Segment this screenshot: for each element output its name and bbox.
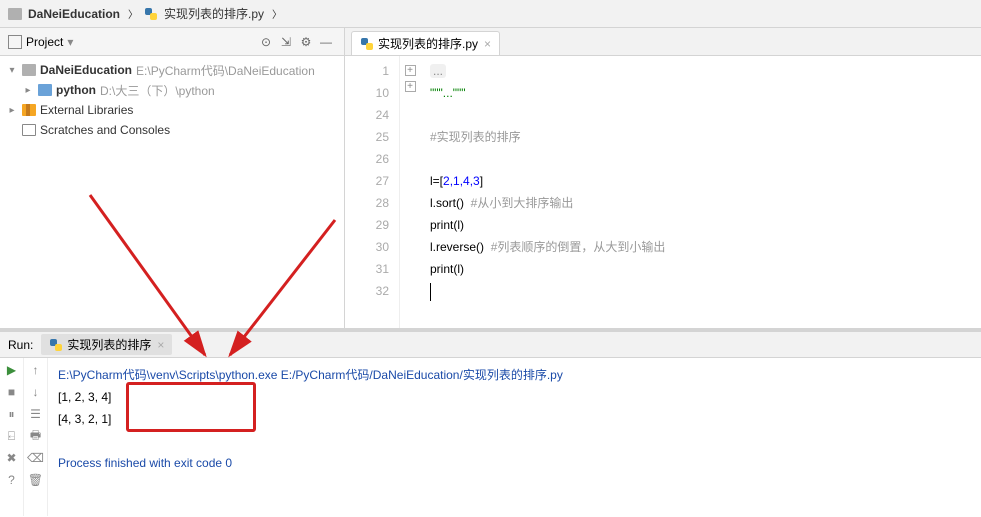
python-icon xyxy=(144,7,158,21)
chevron-right-icon: 〉 xyxy=(126,6,140,21)
close-icon[interactable]: × xyxy=(157,338,164,352)
chevron-down-icon[interactable]: ▾ xyxy=(6,65,18,76)
project-tool-window: Project ▾ ⊙ ⇲ ⚙ — ▾ DaNeiEducation E:\Py… xyxy=(0,28,345,328)
chevron-right-icon: 〉 xyxy=(270,6,284,21)
console-line: Process finished with exit code 0 xyxy=(58,452,971,474)
run-panel: Run: 实现列表的排序 × ▶ ■ ⏸ ⍇ ✖ ? ↑ ↓ ☰ 🖶 ⌫ 🗑 E… xyxy=(0,328,981,516)
fold-icon[interactable]: + xyxy=(405,81,416,92)
collapse-icon[interactable]: ⇲ xyxy=(276,32,296,52)
run-toolbar-left: ▶ ■ ⏸ ⍇ ✖ ? xyxy=(0,358,24,516)
annotation-highlight xyxy=(126,382,256,432)
wrap-icon[interactable]: ☰ xyxy=(28,406,44,422)
trash-icon[interactable]: 🗑 xyxy=(28,472,44,488)
project-title[interactable]: Project xyxy=(26,35,63,49)
breadcrumb-project[interactable]: DaNeiEducation xyxy=(26,7,122,21)
folder-icon xyxy=(22,64,36,76)
pause-icon[interactable]: ⏸ xyxy=(4,406,20,422)
folder-icon xyxy=(8,8,22,20)
up-icon[interactable]: ↑ xyxy=(28,362,44,378)
tab-title: 实现列表的排序.py xyxy=(378,35,478,52)
library-icon xyxy=(22,104,36,116)
editor-tabs: 实现列表的排序.py × xyxy=(345,28,981,56)
chevron-right-icon[interactable]: ▸ xyxy=(22,85,34,96)
run-toolbar-right: ↑ ↓ ☰ 🖶 ⌫ 🗑 xyxy=(24,358,48,516)
editor-tab-active[interactable]: 实现列表的排序.py × xyxy=(351,31,500,55)
hide-icon[interactable]: — xyxy=(316,32,336,52)
breadcrumb: DaNeiEducation 〉 实现列表的排序.py 〉 xyxy=(0,0,981,28)
close-icon[interactable]: × xyxy=(484,37,491,51)
code-editor[interactable]: 11024 252627 282930 3132 + + ... """..."… xyxy=(345,56,981,328)
project-icon xyxy=(8,35,22,49)
pin-icon[interactable]: ✖ xyxy=(4,450,20,466)
tree-scratches[interactable]: Scratches and Consoles xyxy=(0,120,344,140)
dropdown-icon[interactable]: ▾ xyxy=(67,35,73,49)
print-icon[interactable]: 🖶 xyxy=(28,428,44,444)
exit-icon[interactable]: ⍇ xyxy=(4,428,20,444)
tree-root[interactable]: ▾ DaNeiEducation E:\PyCharm代码\DaNeiEduca… xyxy=(0,60,344,80)
down-icon[interactable]: ↓ xyxy=(28,384,44,400)
line-gutter: 11024 252627 282930 3132 xyxy=(345,56,400,328)
text-caret xyxy=(430,283,431,301)
python-icon xyxy=(360,37,374,51)
folder-icon xyxy=(38,84,52,96)
tree-folder-python[interactable]: ▸ python D:\大三（下）\python xyxy=(0,80,344,100)
chevron-right-icon[interactable]: ▸ xyxy=(6,105,18,116)
scratch-icon xyxy=(22,124,36,136)
clear-icon[interactable]: ⌫ xyxy=(28,450,44,466)
run-label: Run: xyxy=(8,338,33,352)
target-icon[interactable]: ⊙ xyxy=(256,32,276,52)
help-icon[interactable]: ? xyxy=(4,472,20,488)
fold-column: + + xyxy=(400,56,420,328)
run-config-tab[interactable]: 实现列表的排序 × xyxy=(41,334,172,355)
code-area[interactable]: ... """...""" #实现列表的排序 l=[2,1,4,3] l.sor… xyxy=(420,56,981,328)
console-output[interactable]: E:\PyCharm代码\venv\Scripts\python.exe E:/… xyxy=(48,358,981,516)
python-icon xyxy=(49,338,63,352)
project-tree[interactable]: ▾ DaNeiEducation E:\PyCharm代码\DaNeiEduca… xyxy=(0,56,344,328)
stop-icon[interactable]: ■ xyxy=(4,384,20,400)
gear-icon[interactable]: ⚙ xyxy=(296,32,316,52)
tree-external-libs[interactable]: ▸ External Libraries xyxy=(0,100,344,120)
rerun-icon[interactable]: ▶ xyxy=(4,362,20,378)
breadcrumb-file[interactable]: 实现列表的排序.py xyxy=(162,5,266,22)
fold-icon[interactable]: + xyxy=(405,65,416,76)
